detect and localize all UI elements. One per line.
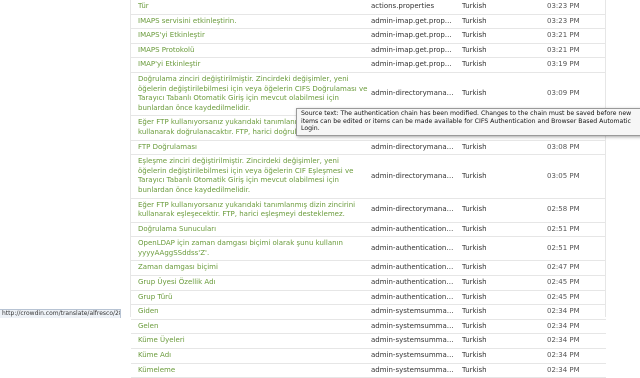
translation-row[interactable]: IMAPS'yi Etkinleştir admin-imap.get.prope… — [131, 29, 606, 44]
source-text-link[interactable]: IMAPS'yi Etkinleştir — [131, 29, 369, 44]
file-name: admin-imap.get.properties — [371, 31, 455, 40]
timestamp: 02:34 PM — [547, 351, 580, 360]
translation-row[interactable]: Zaman damgası biçimi admin-authentication… — [131, 261, 606, 276]
source-text-link[interactable]: Doğrulama Sunucuları — [131, 222, 369, 237]
file-name: admin-directorymanage... — [371, 142, 455, 151]
timestamp: 03:23 PM — [547, 16, 580, 25]
file-name: admin-authentication-lda... — [371, 292, 455, 301]
language: Turkish — [462, 31, 487, 40]
source-text-link[interactable]: IMAP'yi Etkinleştir — [131, 58, 369, 73]
translation-row[interactable]: Kümelemeadmin-systemsummary.get... Turkis… — [131, 363, 606, 378]
translation-row[interactable]: IMAPS Protokolüadmin-imap.get.properties… — [131, 43, 606, 58]
source-text-link[interactable]: Küme Adı — [131, 349, 369, 364]
source-text-link[interactable]: Gelen — [131, 319, 369, 334]
right-margin — [605, 0, 640, 317]
file-name: admin-imap.get.properties — [371, 16, 455, 25]
timestamp: 02:34 PM — [547, 336, 580, 345]
file-name: actions.properties — [371, 2, 435, 10]
timestamp: 02:34 PM — [547, 307, 580, 316]
file-name: admin-systemsummary.get... — [371, 321, 455, 330]
source-text-link[interactable]: Zaman damgası biçimi — [131, 261, 369, 276]
file-name: admin-imap.get.properties — [371, 45, 455, 54]
language: Turkish — [462, 2, 487, 10]
language: Turkish — [462, 263, 487, 272]
language: Turkish — [462, 292, 487, 301]
file-name: admin-directorymanage... — [371, 171, 455, 180]
file-name: admin-authentication-lda... — [371, 278, 455, 287]
translation-row[interactable]: OpenLDAP için zaman damgası biçimi olara… — [131, 237, 606, 261]
file-name: admin-systemsummary.get... — [371, 351, 455, 360]
timestamp: 02:58 PM — [547, 205, 580, 214]
source-text-link[interactable]: FTP Doğrulaması — [131, 140, 369, 155]
language: Turkish — [462, 278, 487, 287]
translation-row[interactable]: Tür actions.properties Turkish 03:23 PM — [131, 0, 606, 15]
translation-row[interactable]: FTP Doğrulaması admin-directorymanage... T… — [131, 140, 606, 155]
language: Turkish — [462, 244, 487, 253]
source-text-link[interactable]: Eğer FTP kullanıyorsanız yukarıdaki tanı… — [131, 198, 369, 222]
language: Turkish — [462, 307, 487, 316]
file-name: admin-imap.get.properties — [371, 60, 455, 69]
timestamp: 02:51 PM — [547, 244, 580, 253]
translation-row[interactable]: Doğrulama Sunucuları admin-authentication… — [131, 222, 606, 237]
language: Turkish — [462, 171, 487, 180]
source-text-link[interactable]: Grup Türü — [131, 290, 369, 305]
translation-row[interactable]: Küme Üyeleriadmin-systemsummary.get... Tu… — [131, 334, 606, 349]
language: Turkish — [462, 365, 487, 374]
source-text-link[interactable]: Kümeleme — [131, 363, 369, 378]
source-text-link[interactable]: IMAPS servisini etkinleştirin. — [131, 14, 369, 29]
timestamp: 03:21 PM — [547, 45, 580, 54]
timestamp: 02:34 PM — [547, 321, 580, 330]
translation-row[interactable]: Eşleşme zinciri değiştirilmiştir. Zincir… — [131, 155, 606, 198]
timestamp: 03:23 PM — [547, 2, 580, 10]
timestamp: 03:08 PM — [547, 142, 580, 151]
file-name: admin-systemsummary.get... — [371, 336, 455, 345]
translation-row[interactable]: Gidenadmin-systemsummary.get... Turkish 02… — [131, 305, 606, 320]
source-text-link[interactable]: Tür — [131, 0, 369, 14]
timestamp: 02:34 PM — [547, 365, 580, 374]
language: Turkish — [462, 224, 487, 233]
source-text-link[interactable]: Giden — [131, 305, 369, 320]
language: Turkish — [462, 16, 487, 25]
translations-table: Tür actions.properties Turkish 03:23 PM IMAP… — [131, 0, 606, 378]
language: Turkish — [462, 142, 487, 151]
translation-row[interactable]: Grup Üyesi Özellik Adı admin-authenticati… — [131, 276, 606, 291]
translations-table-body: Tür actions.properties Turkish 03:23 PM IMAP… — [131, 0, 606, 378]
language: Turkish — [462, 336, 487, 345]
file-name: admin-directorymanage... — [371, 205, 455, 214]
translations-table-wrap: Tür actions.properties Turkish 03:23 PM IMAP… — [130, 0, 606, 378]
language: Turkish — [462, 205, 487, 214]
translation-row[interactable]: Grup Türüadmin-authentication-lda... Turk… — [131, 290, 606, 305]
file-name: admin-systemsummary.get... — [371, 307, 455, 316]
language: Turkish — [462, 60, 487, 69]
file-name: admin-authentication-lda... — [371, 263, 455, 272]
left-margin — [0, 0, 130, 317]
file-name: admin-systemsummary.get... — [371, 365, 455, 374]
timestamp: 03:05 PM — [547, 171, 580, 180]
source-text-link[interactable]: IMAPS Protokolü — [131, 43, 369, 58]
file-name: admin-authentication-pas... — [371, 224, 455, 233]
timestamp: 03:21 PM — [547, 31, 580, 40]
source-text-link[interactable]: Grup Üyesi Özellik Adı — [131, 276, 369, 291]
source-text-tooltip: Source text: The authentication chain ha… — [296, 108, 640, 136]
source-text-link[interactable]: Küme Üyeleri — [131, 334, 369, 349]
translation-row[interactable]: IMAPS servisini etkinleştirin. admin-imap… — [131, 14, 606, 29]
timestamp: 03:19 PM — [547, 60, 580, 69]
language: Turkish — [462, 351, 487, 360]
language: Turkish — [462, 321, 487, 330]
timestamp: 02:45 PM — [547, 278, 580, 287]
source-text-link[interactable]: Eşleşme zinciri değiştirilmiştir. Zincir… — [131, 155, 369, 198]
source-text-link[interactable]: OpenLDAP için zaman damgası biçimi olara… — [131, 237, 369, 261]
translation-row[interactable]: Küme Adıadmin-systemsummary.get... Turkis… — [131, 349, 606, 364]
timestamp: 02:51 PM — [547, 224, 580, 233]
language: Turkish — [462, 45, 487, 54]
timestamp: 02:45 PM — [547, 292, 580, 301]
timestamp: 02:47 PM — [547, 263, 580, 272]
translation-row[interactable]: Eğer FTP kullanıyorsanız yukarıdaki tanı… — [131, 198, 606, 223]
translation-row[interactable]: Gelenadmin-systemsummary.get... Turkish 02… — [131, 319, 606, 334]
translation-row[interactable]: IMAP'yi Etkinleştir admin-imap.get.proper… — [131, 58, 606, 73]
file-name: admin-authentication-lda... — [371, 244, 455, 253]
